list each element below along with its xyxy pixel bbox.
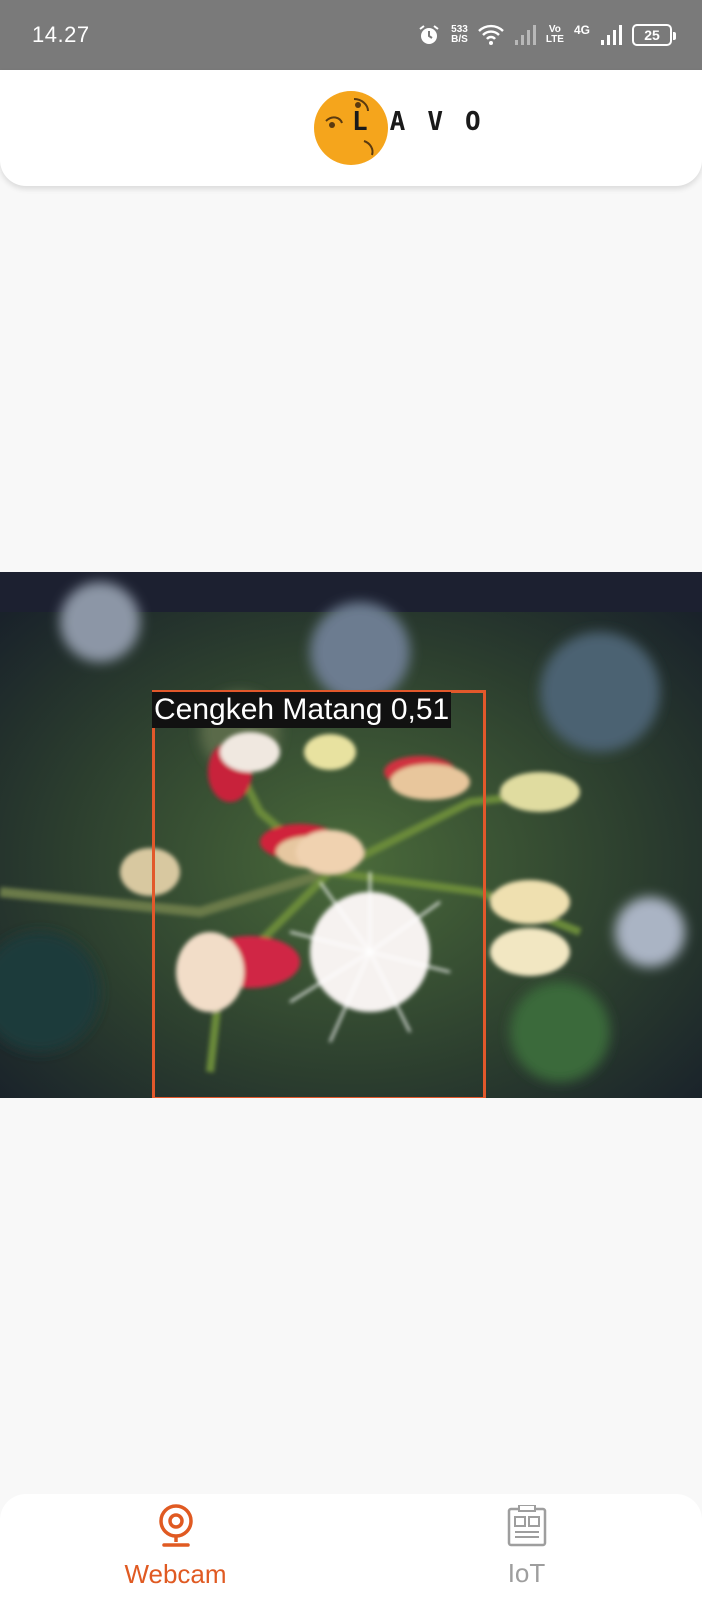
network-type: 4G [573, 23, 590, 37]
app-header: L A V O [0, 70, 702, 186]
network-speed: 533 B/S [451, 25, 468, 45]
app-screen: 14.27 533 B/S Vo LTE 4G 25 L A V O Cengk… [0, 0, 702, 1600]
net-speed-unit: B/S [451, 34, 468, 45]
status-icons: 533 B/S Vo LTE 4G 25 [417, 23, 676, 47]
status-time: 14.27 [32, 22, 90, 47]
logo-letter: L [352, 107, 368, 137]
nav-label-iot: IoT [507, 1558, 546, 1588]
signal-icon-sim2 [600, 24, 622, 46]
logo-wordmark: L A V O [352, 107, 481, 137]
logo-letter: O [464, 107, 481, 137]
app-logo: L A V O [314, 91, 481, 165]
nav-item-iot[interactable]: IoT [351, 1494, 702, 1600]
detection-box [152, 690, 486, 1098]
logo-letter: A [389, 107, 406, 137]
nav-label-webcam: Webcam [124, 1559, 227, 1589]
battery-level: 25 [644, 27, 660, 43]
signal-icon-sim1 [514, 24, 536, 46]
volte-icon: Vo LTE [546, 25, 564, 45]
nav-item-webcam[interactable]: Webcam [0, 1494, 351, 1600]
wifi-icon [477, 24, 504, 46]
bottom-navigation: Webcam IoT [0, 1494, 702, 1600]
camera-feed: Cengkeh Matang 0,51 [0, 572, 702, 1098]
logo-letter: V [427, 107, 443, 137]
battery-icon: 25 [632, 24, 676, 46]
iot-device-icon [507, 1504, 547, 1552]
volte-bottom: LTE [545, 34, 564, 45]
webcam-icon [156, 1504, 196, 1553]
alarm-icon [417, 23, 441, 47]
detection-label: Cengkeh Matang 0,51 [152, 692, 452, 728]
status-bar: 14.27 533 B/S Vo LTE 4G 25 [0, 0, 702, 70]
